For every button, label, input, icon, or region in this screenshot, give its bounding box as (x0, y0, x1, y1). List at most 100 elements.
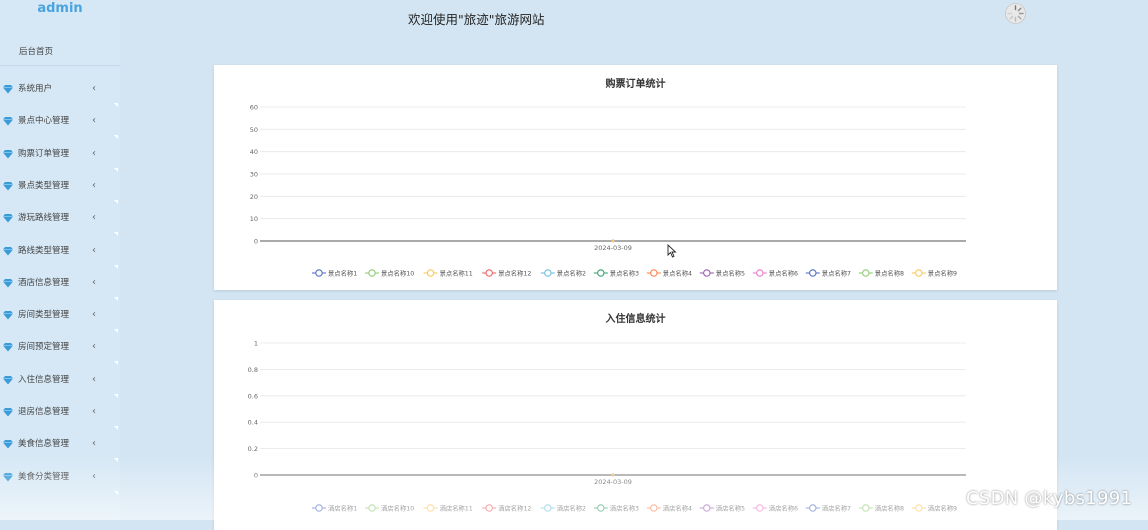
chevron-left-icon[interactable]: ‹ (92, 372, 96, 388)
legend-item[interactable]: 酒店名称2 (540, 503, 586, 512)
y-tick-label: 0 (254, 238, 258, 246)
sidebar-item-label: 景点中心管理 (18, 116, 70, 127)
sidebar-item[interactable]: 景点类型管理 ‹ (0, 178, 118, 210)
legend-item[interactable]: 酒店名称3 (593, 503, 639, 512)
legend-label: 酒店名称2 (557, 503, 586, 512)
legend-item[interactable]: 酒店名称7 (805, 503, 851, 512)
legend-marker (544, 269, 552, 277)
corner-mark (114, 458, 118, 463)
legend-label: 景点名称3 (610, 268, 639, 277)
legend-marker (315, 269, 323, 277)
sidebar-item[interactable]: 退房信息管理 ‹ (0, 404, 118, 436)
legend-item[interactable]: 景点名称6 (752, 268, 798, 277)
legend-item[interactable]: 酒店名称8 (858, 503, 904, 512)
sidebar-item-label: 系统用户 (18, 84, 53, 94)
sidebar-item[interactable]: 景点中心管理 ‹ (0, 113, 118, 145)
sidebar-item-label: 酒店信息管理 (18, 277, 70, 288)
chevron-left-icon[interactable]: ‹ (92, 469, 96, 485)
sidebar-item-label: 房间预定管理 (18, 342, 70, 353)
sidebar-item[interactable]: 游玩路线管理 ‹ (0, 210, 118, 242)
chevron-left-icon[interactable]: ‹ (92, 146, 96, 162)
sidebar-item[interactable]: 美食信息管理 ‹ (0, 436, 118, 468)
legend-item[interactable]: 景点名称11 (423, 268, 473, 277)
legend-item[interactable]: 景点名称5 (699, 268, 745, 277)
sidebar-item[interactable]: 入住信息管理 ‹ (0, 372, 118, 404)
corner-mark (114, 264, 118, 269)
chevron-left-icon[interactable]: ‹ (92, 210, 96, 226)
y-tick-label: 40 (250, 148, 258, 156)
data-point[interactable] (611, 473, 615, 477)
legend-label: 酒店名称6 (769, 503, 798, 512)
legend-label: 景点名称8 (875, 268, 904, 277)
sidebar-item[interactable]: 购票订单管理 ‹ (0, 146, 118, 178)
sidebar-item[interactable]: 房间类型管理 ‹ (0, 307, 118, 339)
diamond-icon (3, 375, 13, 385)
chevron-left-icon[interactable]: ‹ (92, 113, 96, 129)
legend-item[interactable]: 景点名称4 (646, 268, 692, 277)
legend-marker (915, 269, 923, 277)
legend-label: 酒店名称10 (381, 503, 414, 512)
legend-item[interactable]: 酒店名称11 (423, 503, 473, 512)
legend-item[interactable]: 酒店名称1 (312, 503, 357, 512)
legend-item[interactable]: 酒店名称12 (482, 503, 531, 512)
data-point[interactable] (611, 239, 615, 243)
diamond-icon (3, 149, 13, 159)
legend-marker (756, 504, 764, 512)
legend-item[interactable]: 酒店名称6 (752, 503, 798, 512)
chevron-left-icon[interactable]: ‹ (92, 81, 96, 97)
legend-item[interactable]: 景点名称8 (858, 268, 904, 277)
legend-item[interactable]: 景点名称12 (482, 268, 531, 277)
legend-marker (862, 504, 870, 512)
legend-label: 景点名称5 (716, 268, 745, 277)
sidebar-item[interactable]: 房间预定管理 ‹ (0, 339, 118, 371)
chevron-left-icon[interactable]: ‹ (92, 307, 96, 323)
legend-marker (703, 269, 711, 277)
legend-marker (544, 504, 552, 512)
legend-item[interactable]: 景点名称2 (540, 268, 586, 277)
legend-marker (915, 504, 923, 512)
legend-label: 景点名称2 (557, 268, 586, 277)
corner-mark (114, 393, 118, 398)
sidebar-item[interactable]: 系统用户 ‹ (0, 81, 118, 113)
sidebar-item-home[interactable]: 后台首页 (0, 38, 120, 66)
legend-label: 酒店名称5 (716, 503, 745, 512)
y-tick-label: 50 (250, 126, 258, 134)
sidebar-item-label: 景点类型管理 (18, 180, 70, 191)
legend-marker (809, 504, 817, 512)
legend-item[interactable]: 景点名称9 (911, 268, 957, 277)
legend-marker (862, 269, 870, 277)
legend-marker (809, 269, 817, 277)
diamond-icon (3, 311, 13, 320)
legend-item[interactable]: 景点名称7 (805, 268, 851, 277)
chevron-left-icon[interactable]: ‹ (92, 404, 96, 420)
sidebar-item[interactable]: 美食分类管理 ‹ (0, 469, 118, 501)
mouse-cursor-icon (667, 244, 677, 258)
legend-item[interactable]: 酒店名称9 (911, 503, 957, 512)
legend-item[interactable]: 景点名称1 (312, 268, 357, 277)
legend-item[interactable]: 景点名称3 (593, 268, 639, 277)
legend-label: 酒店名称12 (498, 503, 531, 512)
corner-mark (114, 199, 118, 204)
chevron-left-icon[interactable]: ‹ (92, 275, 96, 291)
corner-mark (114, 361, 118, 366)
legend-item[interactable]: 酒店名称4 (646, 503, 692, 512)
diamond-icon (3, 246, 13, 255)
legend-item[interactable]: 景点名称10 (365, 268, 414, 277)
legend-item[interactable]: 酒店名称10 (365, 503, 414, 512)
legend-label: 景点名称4 (663, 268, 692, 277)
y-tick-label: 0 (254, 472, 258, 480)
legend-item[interactable]: 酒店名称5 (699, 503, 745, 512)
chevron-left-icon[interactable]: ‹ (92, 178, 96, 194)
legend-label: 景点名称6 (769, 268, 798, 277)
sidebar-item[interactable]: 酒店信息管理 ‹ (0, 275, 118, 307)
brand-logo[interactable]: admin (0, 0, 120, 22)
y-tick-label: 1 (254, 340, 258, 348)
corner-mark (114, 232, 118, 237)
chevron-left-icon[interactable]: ‹ (92, 243, 96, 259)
legend-marker (756, 269, 764, 277)
chevron-left-icon[interactable]: ‹ (92, 436, 96, 452)
y-tick-label: 0.4 (248, 419, 258, 427)
chevron-left-icon[interactable]: ‹ (92, 339, 96, 355)
diamond-icon (3, 214, 13, 223)
sidebar-item[interactable]: 路线类型管理 ‹ (0, 243, 118, 275)
